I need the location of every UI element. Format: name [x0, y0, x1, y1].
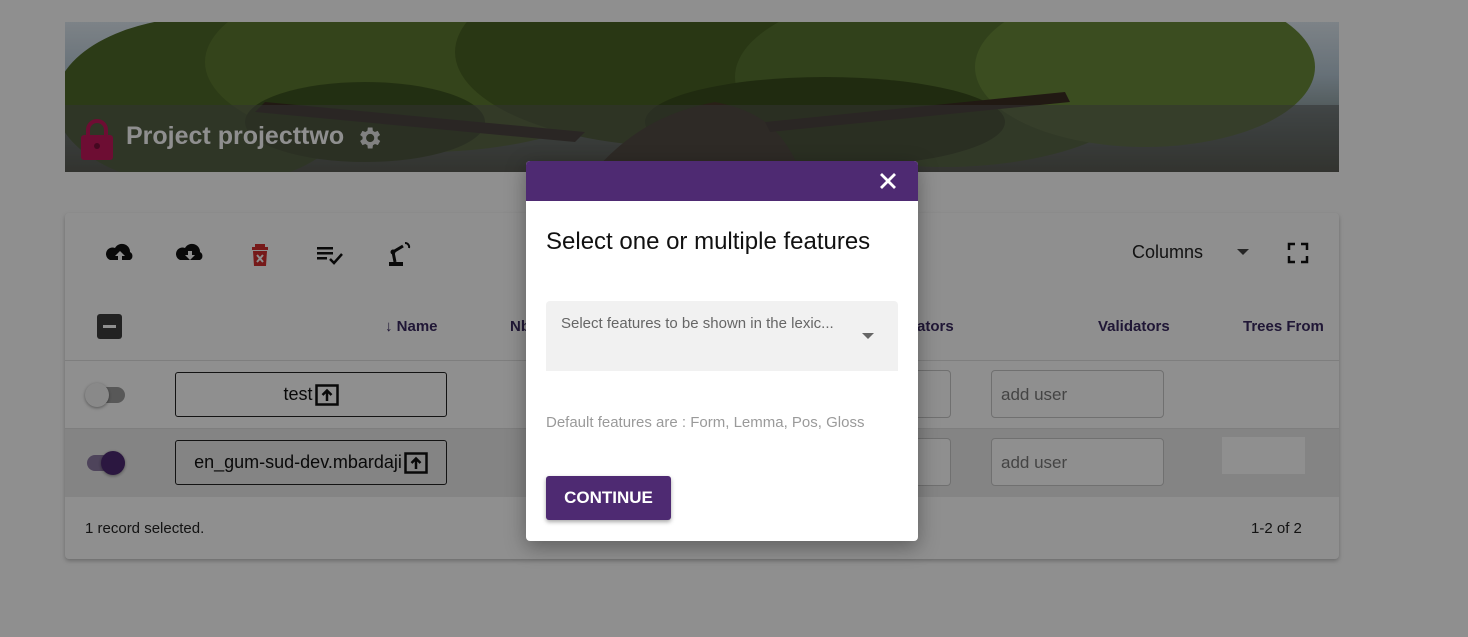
continue-button[interactable]: CONTINUE — [546, 476, 671, 520]
dialog-title: Select one or multiple features — [546, 228, 871, 255]
default-features-note: Default features are : Form, Lemma, Pos,… — [546, 414, 865, 431]
features-select[interactable]: Select features to be shown in the lexic… — [546, 301, 898, 371]
features-select-placeholder: Select features to be shown in the lexic… — [561, 315, 834, 332]
dialog-header — [526, 161, 918, 201]
feature-select-dialog: Select one or multiple features Select f… — [526, 161, 918, 541]
chevron-down-icon[interactable] — [862, 333, 874, 339]
close-icon[interactable] — [876, 169, 900, 193]
